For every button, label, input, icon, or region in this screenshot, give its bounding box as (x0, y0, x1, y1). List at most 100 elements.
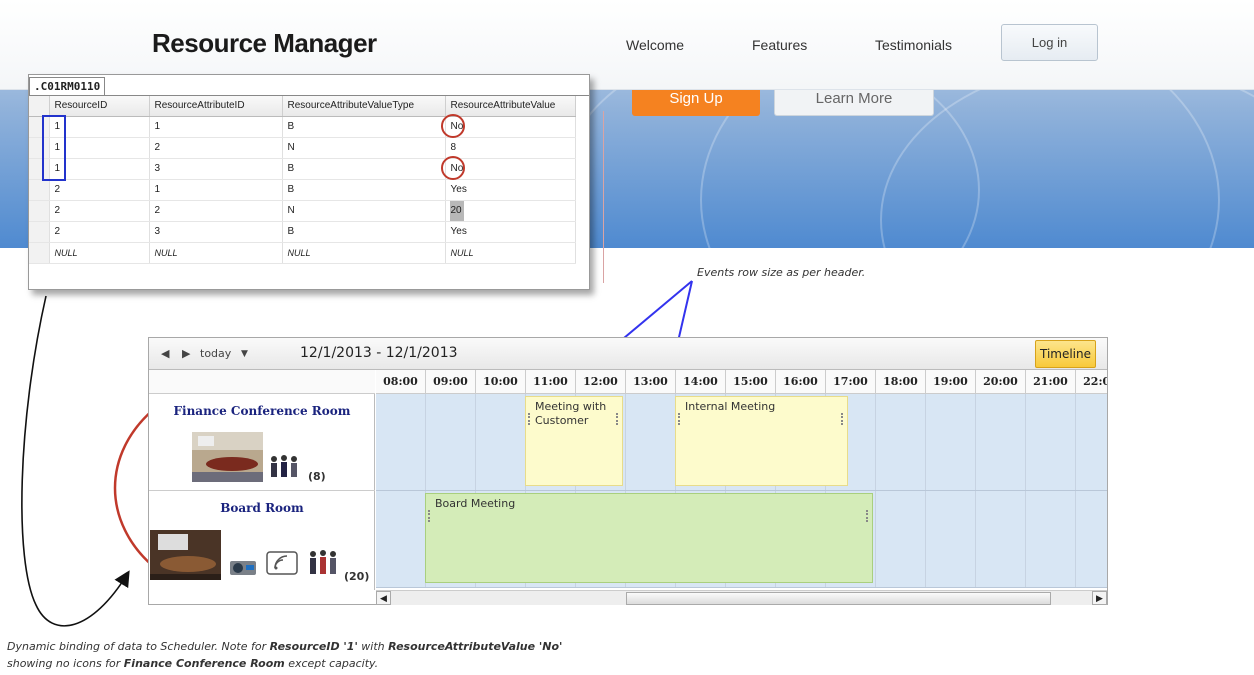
table-cell[interactable]: NULL (445, 242, 576, 264)
resource-header-cell (149, 370, 375, 394)
board-room-photo (150, 530, 221, 580)
scheduler: ◀ ▶ today ▼ 12/1/2013 - 12/1/2013 Timeli… (148, 337, 1108, 605)
resize-handle-right[interactable] (841, 413, 843, 425)
column-header[interactable]: ResourceID (49, 96, 150, 117)
note-text: showing no icons for (7, 657, 124, 670)
nav-welcome[interactable]: Welcome (626, 37, 684, 53)
next-arrow-icon[interactable]: ▶ (182, 347, 190, 360)
table-cell[interactable]: NULL (149, 242, 283, 264)
table-row[interactable]: 12N8 (29, 137, 576, 159)
table-cell[interactable]: NULL (49, 242, 150, 264)
nav-testimonials[interactable]: Testimonials (875, 37, 952, 53)
horizontal-scrollbar[interactable]: ◀ ▶ (376, 590, 1107, 605)
table-cell[interactable]: 2 (49, 179, 150, 201)
capacity-badge: (8) (308, 470, 326, 483)
hour-header: 20:00 (976, 370, 1026, 394)
table-cell[interactable]: Yes (445, 179, 576, 201)
hour-header: 09:00 (426, 370, 476, 394)
note-text: Dynamic binding of data to Scheduler. No… (7, 640, 270, 653)
event-title: Meeting with Customer (535, 400, 607, 427)
resize-handle-left[interactable] (678, 413, 680, 425)
note-emphasis: ResourceID '1' (269, 640, 358, 653)
resize-handle-right[interactable] (616, 413, 618, 425)
event-board-meeting[interactable]: Board Meeting (425, 493, 873, 583)
row-selector-header (29, 96, 50, 117)
resource-name: Board Room (220, 501, 304, 515)
brand-logo[interactable]: Resource Manager (152, 28, 377, 59)
hour-header: 10:00 (476, 370, 526, 394)
table-cell[interactable]: 3 (149, 158, 283, 180)
table-row[interactable]: 1 1 B No (29, 116, 576, 138)
timeline-grid: Meeting with Customer Internal Meeting B… (376, 370, 1107, 590)
table-cell[interactable]: 2 (49, 200, 150, 222)
highlight-circle-value-no (441, 114, 465, 138)
table-row[interactable]: 2 2 N 20 (29, 200, 576, 222)
table-cell[interactable]: NULL (282, 242, 446, 264)
resize-handle-left[interactable] (428, 510, 430, 522)
resource-name: Finance Conference Room (173, 404, 351, 418)
note-emphasis: ResourceAttributeValue 'No' (388, 640, 563, 653)
row-selector[interactable] (29, 221, 50, 243)
table-cell[interactable]: 1 (149, 179, 283, 201)
table-cell[interactable]: B (282, 221, 446, 243)
table-cell[interactable]: B (282, 116, 446, 138)
login-button[interactable]: Log in (1001, 24, 1098, 61)
signup-button[interactable]: Sign Up (632, 90, 760, 116)
hour-header: 08:00 (376, 370, 426, 394)
hour-header: 15:00 (726, 370, 776, 394)
nav-features[interactable]: Features (752, 37, 807, 53)
table-header-row: ResourceID ResourceAttributeID ResourceA… (29, 96, 576, 117)
table-row[interactable]: 2 3 B Yes (29, 221, 576, 243)
learn-more-button[interactable]: Learn More (774, 90, 934, 116)
table-cell[interactable]: N (282, 137, 446, 159)
column-header[interactable]: ResourceAttributeValue (445, 96, 576, 117)
hour-header: 12:00 (576, 370, 626, 394)
hour-header: 13:00 (626, 370, 676, 394)
table-row[interactable]: 1 3 B No (29, 158, 576, 180)
table-cell[interactable]: 20 (445, 200, 576, 222)
resource-row-divider (149, 490, 375, 491)
table-cell[interactable]: N (282, 200, 446, 222)
hour-header: 16:00 (776, 370, 826, 394)
event-title: Internal Meeting (685, 400, 776, 413)
scroll-thumb[interactable] (626, 592, 1051, 605)
hour-header: 22:00 (1076, 370, 1107, 394)
table-cell[interactable]: Yes (445, 221, 576, 243)
today-button[interactable]: today (200, 347, 231, 360)
column-header[interactable]: ResourceAttributeValueType (282, 96, 446, 117)
column-header[interactable]: ResourceAttributeID (149, 96, 283, 117)
wifi-screen-icon (266, 550, 298, 576)
table-cell[interactable]: 1 (149, 116, 283, 138)
scroll-left-icon[interactable]: ◀ (376, 591, 391, 605)
timeline-view-button[interactable]: Timeline (1035, 340, 1096, 368)
table-cell[interactable]: 2 (149, 137, 283, 159)
scheduler-toolbar: ◀ ▶ today ▼ 12/1/2013 - 12/1/2013 Timeli… (149, 338, 1107, 370)
row-selector[interactable] (29, 179, 50, 201)
hour-header: 19:00 (926, 370, 976, 394)
prev-arrow-icon[interactable]: ◀ (161, 347, 169, 360)
table-row[interactable]: 2 1 B Yes (29, 179, 576, 201)
arrow-grid-to-resources (21, 295, 130, 627)
table-cell[interactable]: 8 (445, 137, 576, 159)
results-table: ResourceID ResourceAttributeID ResourceA… (29, 96, 576, 264)
events-row-note: Events row size as per header. (697, 266, 866, 279)
chevron-down-icon[interactable]: ▼ (241, 349, 248, 359)
table-cell[interactable]: B (282, 179, 446, 201)
row-selector[interactable] (29, 242, 50, 264)
event-internal-meeting[interactable]: Internal Meeting (675, 396, 848, 486)
table-cell[interactable]: B (282, 158, 446, 180)
table-cell[interactable]: 2 (49, 221, 150, 243)
resource-column: Finance Conference Room (8) Board Room (… (149, 370, 375, 590)
row-selector[interactable] (29, 200, 50, 222)
table-row[interactable]: NULL NULL NULL NULL (29, 242, 576, 264)
resize-handle-left[interactable] (528, 413, 530, 425)
table-cell[interactable]: 2 (149, 200, 283, 222)
scroll-right-icon[interactable]: ▶ (1092, 591, 1107, 605)
resize-handle-right[interactable] (866, 510, 868, 522)
event-meeting-with-customer[interactable]: Meeting with Customer (525, 396, 623, 486)
binding-explanation-note: Dynamic binding of data to Scheduler. No… (7, 638, 562, 672)
table-cell[interactable]: 3 (149, 221, 283, 243)
note-text: with (357, 640, 389, 653)
results-tab[interactable]: .C01RM0110 (29, 77, 106, 95)
people-icon (306, 549, 340, 577)
